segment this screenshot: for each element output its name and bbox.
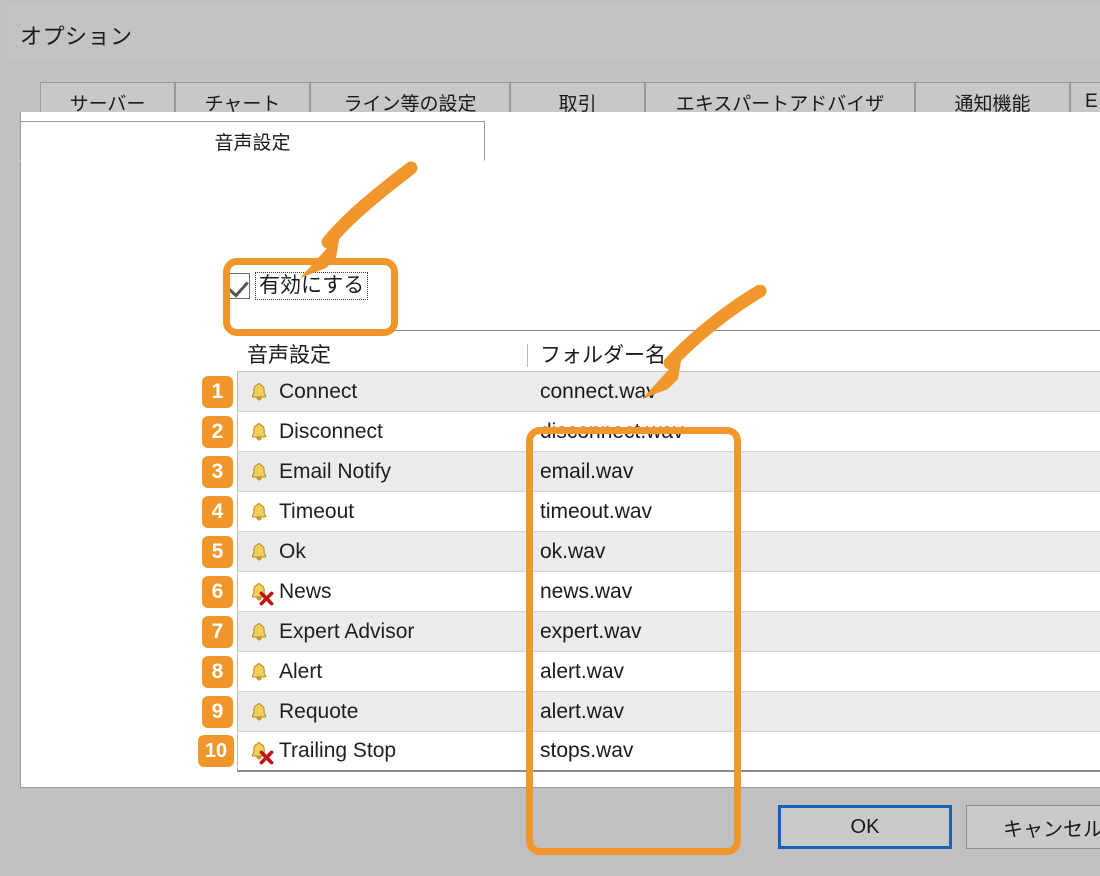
- sound-event-label: Ok: [279, 540, 306, 564]
- sound-events-table: 音声設定 フォルダー名 1 Connectconnect.wav2 Discon…: [237, 331, 1100, 772]
- column-header-sound[interactable]: 音声設定: [237, 344, 527, 367]
- cell-sound-file[interactable]: email.wav: [527, 452, 727, 491]
- table-row[interactable]: 1 Connectconnect.wav: [237, 372, 1100, 412]
- bell-muted-icon[interactable]: [248, 740, 270, 762]
- enable-sounds-row[interactable]: 有効にする: [224, 272, 368, 300]
- cell-sound-event[interactable]: Ok: [237, 532, 527, 571]
- options-dialog-screenshot: オプション サーバー チャート ライン等の設定 取引 エキスパートアドバイザ 通…: [0, 0, 1100, 876]
- cell-sound-event[interactable]: Disconnect: [237, 412, 527, 451]
- sound-event-label: Expert Advisor: [279, 620, 414, 644]
- cell-sound-event[interactable]: Timeout: [237, 492, 527, 531]
- row-number-badge: 4: [202, 496, 233, 528]
- cell-sound-event[interactable]: Connect: [237, 372, 527, 411]
- cell-sound-event[interactable]: Expert Advisor: [237, 612, 527, 651]
- bell-icon[interactable]: [248, 461, 270, 483]
- ok-button[interactable]: OK: [778, 805, 952, 849]
- table-row[interactable]: 7 Expert Advisorexpert.wav: [237, 612, 1100, 652]
- sound-settings-panel: 有効にする 音声設定 フォルダー名 1 Connectconnect.wav2 …: [20, 112, 1100, 788]
- table-header-row: 音声設定 フォルダー名: [237, 331, 1100, 371]
- window-title-bar: オプション: [8, 4, 1100, 60]
- sound-event-label: Requote: [279, 700, 358, 724]
- cell-sound-file[interactable]: news.wav: [527, 572, 727, 611]
- row-number-badge: 3: [202, 456, 233, 488]
- row-number-badge: 10: [198, 735, 234, 767]
- row-number-badge: 5: [202, 536, 233, 568]
- sound-event-label: Trailing Stop: [279, 739, 396, 763]
- sound-event-label: Alert: [279, 660, 322, 684]
- cell-sound-event[interactable]: Requote: [237, 692, 527, 731]
- cell-filler: [727, 652, 1100, 691]
- table-row[interactable]: 6 Newsnews.wav: [237, 572, 1100, 612]
- table-row[interactable]: 4 Timeouttimeout.wav: [237, 492, 1100, 532]
- row-number-badge: 7: [202, 616, 233, 648]
- tab-label: E -: [1085, 91, 1100, 113]
- cell-filler: [727, 452, 1100, 491]
- sound-event-label: Timeout: [279, 500, 354, 524]
- cell-sound-file[interactable]: alert.wav: [527, 692, 727, 731]
- cell-sound-event[interactable]: Alert: [237, 652, 527, 691]
- table-row[interactable]: 3 Email Notifyemail.wav: [237, 452, 1100, 492]
- cell-sound-event[interactable]: Email Notify: [237, 452, 527, 491]
- bell-muted-icon[interactable]: [248, 581, 270, 603]
- table-row[interactable]: 8 Alertalert.wav: [237, 652, 1100, 692]
- cell-sound-file[interactable]: ok.wav: [527, 532, 727, 571]
- sound-event-label: Connect: [279, 380, 357, 404]
- row-number-badge: 6: [202, 576, 233, 608]
- bell-icon[interactable]: [248, 541, 270, 563]
- enable-sounds-label: 有効にする: [255, 272, 368, 300]
- sound-event-label: Disconnect: [279, 420, 383, 444]
- bell-icon[interactable]: [248, 381, 270, 403]
- cell-filler: [727, 492, 1100, 531]
- table-row[interactable]: 5 Okok.wav: [237, 532, 1100, 572]
- sound-event-label: Email Notify: [279, 460, 391, 484]
- row-number-badge: 9: [202, 696, 233, 728]
- dialog-body: サーバー チャート ライン等の設定 取引 エキスパートアドバイザ 通知機能 E …: [8, 60, 1100, 870]
- table-row[interactable]: 2 Disconnectdisconnect.wav: [237, 412, 1100, 452]
- cancel-button-label: キャンセル: [1003, 813, 1100, 842]
- cell-sound-file[interactable]: stops.wav: [527, 732, 727, 770]
- cell-filler: [727, 692, 1100, 731]
- table-body: 1 Connectconnect.wav2 Disconnectdisconne…: [237, 371, 1100, 772]
- cell-filler: [727, 612, 1100, 651]
- bell-icon[interactable]: [248, 501, 270, 523]
- tab-label: 音声設定: [214, 128, 290, 155]
- cell-sound-file[interactable]: expert.wav: [527, 612, 727, 651]
- bell-icon[interactable]: [248, 621, 270, 643]
- cell-filler: [727, 412, 1100, 451]
- bell-icon[interactable]: [248, 661, 270, 683]
- ok-button-label: OK: [851, 816, 880, 839]
- table-row[interactable]: 9 Requotealert.wav: [237, 692, 1100, 732]
- bell-icon[interactable]: [248, 701, 270, 723]
- cell-sound-event[interactable]: Trailing Stop: [237, 732, 527, 770]
- cell-filler: [727, 532, 1100, 571]
- column-header-folder[interactable]: フォルダー名: [527, 344, 727, 367]
- tab-sound-settings[interactable]: 音声設定: [20, 121, 485, 161]
- row-number-badge: 2: [202, 416, 233, 448]
- row-number-badge: 8: [202, 656, 233, 688]
- cell-sound-event[interactable]: News: [237, 572, 527, 611]
- cell-filler: [727, 572, 1100, 611]
- cell-sound-file[interactable]: connect.wav: [527, 372, 727, 411]
- cell-sound-file[interactable]: timeout.wav: [527, 492, 727, 531]
- cell-filler: [727, 372, 1100, 411]
- window-title: オプション: [20, 19, 133, 51]
- bell-icon[interactable]: [248, 421, 270, 443]
- cell-sound-file[interactable]: alert.wav: [527, 652, 727, 691]
- enable-sounds-checkbox[interactable]: [224, 273, 250, 299]
- cell-filler: [727, 732, 1100, 770]
- cell-sound-file[interactable]: disconnect.wav: [527, 412, 727, 451]
- cancel-button[interactable]: キャンセル: [966, 805, 1100, 849]
- sound-event-label: News: [279, 580, 332, 604]
- table-row[interactable]: 10 Trailing Stopstops.wav: [237, 732, 1100, 772]
- row-number-badge: 1: [202, 376, 233, 408]
- dialog-footer: OK キャンセル: [8, 805, 1100, 870]
